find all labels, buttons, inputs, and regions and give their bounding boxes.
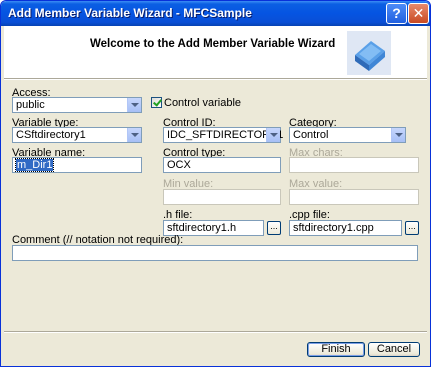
variable-name-value: m_Dir1 xyxy=(14,158,55,172)
control-type-input[interactable]: OCX xyxy=(163,157,281,173)
comment-input[interactable] xyxy=(12,245,418,261)
control-variable-checkbox[interactable] xyxy=(151,97,162,108)
access-value: public xyxy=(16,99,45,111)
chevron-down-icon[interactable] xyxy=(127,128,141,142)
close-button[interactable]: ✕ xyxy=(408,3,429,24)
access-combo[interactable]: public xyxy=(12,97,142,113)
control-id-combo[interactable]: IDC_SFTDIRECTORY1 xyxy=(163,127,283,143)
wizard-logo-icon xyxy=(347,31,391,75)
wizard-window: Add Member Variable Wizard - MFCSample ?… xyxy=(0,0,431,367)
category-value: Control xyxy=(293,129,329,141)
min-value-input[interactable] xyxy=(163,189,281,205)
title-bar[interactable]: Add Member Variable Wizard - MFCSample ?… xyxy=(1,1,430,26)
h-file-browse-button[interactable]: ... xyxy=(267,221,281,235)
cpp-file-input[interactable]: sftdirectory1.cpp xyxy=(289,220,402,236)
wizard-header: Welcome to the Add Member Variable Wizar… xyxy=(4,26,427,78)
variable-type-value: CSftdirectory1 xyxy=(16,129,86,141)
chevron-down-icon[interactable] xyxy=(266,128,280,142)
cpp-file-value: sftdirectory1.cpp xyxy=(293,222,374,234)
cpp-file-browse-button[interactable]: ... xyxy=(405,221,419,235)
variable-type-combo[interactable]: CSftdirectory1 xyxy=(12,127,142,143)
category-combo[interactable]: Control xyxy=(289,127,406,143)
header-separator xyxy=(4,78,427,80)
control-type-value: OCX xyxy=(167,159,191,171)
variable-name-input[interactable]: m_Dir1 xyxy=(12,157,142,173)
chevron-down-icon[interactable] xyxy=(391,128,405,142)
help-button[interactable]: ? xyxy=(386,3,407,24)
max-chars-input[interactable] xyxy=(289,157,419,173)
window-title: Add Member Variable Wizard - MFCSample xyxy=(8,6,252,20)
h-file-value: sftdirectory1.h xyxy=(167,222,237,234)
control-variable-label: Control variable xyxy=(164,97,242,109)
cancel-button[interactable]: Cancel xyxy=(368,342,420,357)
chevron-down-icon[interactable] xyxy=(127,98,141,112)
finish-button[interactable]: Finish xyxy=(307,342,365,357)
footer-separator xyxy=(4,331,427,333)
max-value-input[interactable] xyxy=(289,189,419,205)
header-title: Welcome to the Add Member Variable Wizar… xyxy=(90,38,336,50)
